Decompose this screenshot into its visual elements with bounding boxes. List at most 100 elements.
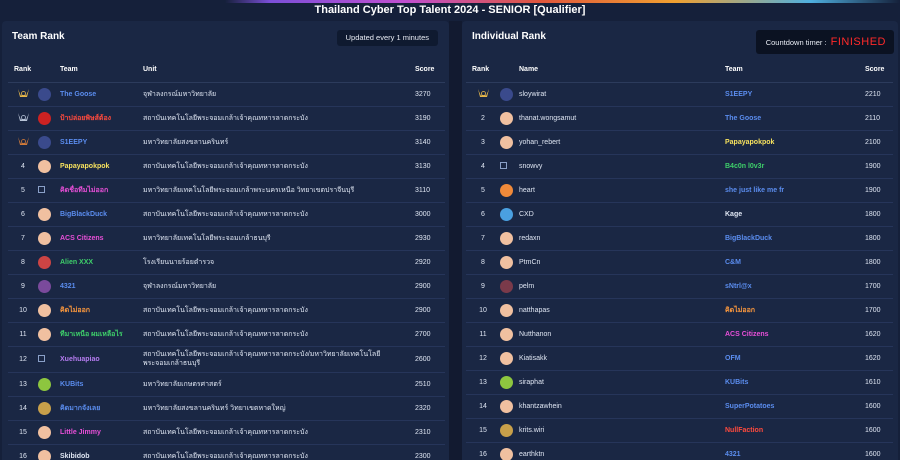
score-value: 1800 (865, 226, 893, 251)
team-name-link[interactable]: ACS Citizens (725, 322, 865, 347)
team-logo-icon (38, 327, 51, 341)
player-name: Nutthanon (519, 322, 725, 347)
header-score: Score (865, 57, 893, 83)
unit-text: สถาบันเทคโนโลยีพระจอมเกล้าเจ้าคุณทหารลาด… (143, 106, 415, 131)
score-value: 3190 (415, 106, 445, 131)
team-logo-icon (500, 87, 513, 101)
team-name-link[interactable]: C&M (725, 250, 865, 275)
team-name-link[interactable]: ACS Citizens (60, 226, 143, 251)
team-logo-icon (38, 159, 51, 173)
team-name-link[interactable]: BigBlackDuck (725, 226, 865, 251)
updated-every-badge[interactable]: Updated every 1 minutes (336, 30, 438, 46)
team-name-link[interactable]: คิดมากจังเลย (60, 396, 143, 421)
team-logo-icon (38, 279, 51, 293)
team-name-link[interactable]: KUBits (60, 372, 143, 397)
individual-rank-table: Rank Name Team Score sloywirat S1EEPY 2210… (466, 57, 893, 460)
score-value: 2210 (865, 82, 893, 107)
team-name-link[interactable]: S1EEPY (725, 82, 865, 107)
table-row: The Goose จุฬาลงกรณ์มหาวิทยาลัย 3270 (8, 82, 445, 107)
team-logo-icon (38, 87, 51, 101)
unit-text: จุฬาลงกรณ์มหาวิทยาลัย (143, 274, 415, 299)
team-name-link[interactable]: คิดไม่ออก (725, 298, 865, 323)
team-name-link[interactable]: she just like me fr (725, 178, 865, 203)
team-name-link[interactable]: 4321 (725, 442, 865, 460)
team-name-link[interactable]: Alien XXX (60, 250, 143, 275)
team-name-link[interactable]: 4321 (60, 274, 143, 299)
score-value: 2600 (415, 346, 445, 373)
rank-number: 9 (466, 274, 500, 299)
team-name-link[interactable]: OFM (725, 346, 865, 371)
team-logo-icon (38, 401, 51, 415)
broken-image-icon (38, 186, 45, 194)
team-logo-icon (38, 449, 51, 460)
team-name-link[interactable]: sNtrl@x (725, 274, 865, 299)
rank-number: 10 (8, 298, 38, 323)
unit-text: สถาบันเทคโนโลยีพระจอมเกล้าเจ้าคุณทหารลาด… (143, 346, 415, 373)
team-name-link[interactable]: NullFaction (725, 418, 865, 443)
player-name: PtmCn (519, 250, 725, 275)
rank-number: 15 (466, 418, 500, 443)
table-row: 9 4321 จุฬาลงกรณ์มหาวิทยาลัย 2900 (8, 274, 445, 299)
rank-number: 13 (8, 372, 38, 397)
team-logo-icon (500, 279, 513, 293)
silver-medal-icon (8, 106, 38, 131)
team-logo-icon (500, 207, 513, 221)
table-row: 9 pelm sNtrl@x 1700 (466, 274, 893, 299)
score-value: 3270 (415, 82, 445, 107)
player-name: redaxn (519, 226, 725, 251)
team-name-link[interactable]: Xuehuapiao (60, 346, 143, 373)
team-name-link[interactable]: Kage (725, 202, 865, 227)
team-logo-icon (500, 231, 513, 245)
team-name-link[interactable]: SuperPotatoes (725, 394, 865, 419)
header-rank: Rank (466, 57, 500, 83)
panel-divider (449, 21, 462, 460)
team-name-link[interactable]: Skibidob (60, 444, 143, 460)
score-value: 1900 (865, 178, 893, 203)
team-name-link[interactable]: KUBits (725, 370, 865, 395)
player-name: heart (519, 178, 725, 203)
rank-number: 13 (466, 370, 500, 395)
rank-number: 4 (8, 154, 38, 179)
header-name: Name (519, 57, 725, 83)
unit-text: สถาบันเทคโนโลยีพระจอมเกล้าเจ้าคุณทหารลาด… (143, 154, 415, 179)
table-row: sloywirat S1EEPY 2210 (466, 82, 893, 107)
team-name-link[interactable]: The Goose (60, 82, 143, 107)
countdown-timer: Countdown timer : FINISHED (755, 30, 894, 54)
team-name-link[interactable]: คิดไม่ออก (60, 298, 143, 323)
score-value: 2700 (415, 322, 445, 347)
team-name-link[interactable]: ป้าปล่อยพิษส์ต้อง (60, 106, 143, 131)
team-name-link[interactable]: Little Jimmy (60, 420, 143, 445)
team-name-link[interactable]: Papayapokpok (725, 130, 865, 155)
header-unit: Unit (143, 57, 415, 83)
score-value: 3000 (415, 202, 445, 227)
player-name: natthapas (519, 298, 725, 323)
rank-number: 2 (466, 106, 500, 131)
team-name-link[interactable]: BigBlackDuck (60, 202, 143, 227)
table-row: 16 Skibidob สถาบันเทคโนโลยีพระจอมเกล้าเจ้า… (8, 444, 445, 460)
table-row: 14 คิดมากจังเลย มหาวิทยาลัยสงขลานครินทร์ ว… (8, 396, 445, 421)
player-name: krits.wiri (519, 418, 725, 443)
team-name-link[interactable]: คิดชื่อทีมไม่ออก (60, 178, 143, 203)
team-name-link[interactable]: The Goose (725, 106, 865, 131)
team-logo-icon (500, 423, 513, 437)
team-name-link[interactable]: B4c0n l0v3r (725, 154, 865, 179)
player-name: khantzawhein (519, 394, 725, 419)
team-logo-icon (500, 135, 513, 149)
table-row: 13 siraphat KUBits 1610 (466, 370, 893, 395)
table-row: 11 Nutthanon ACS Citizens 1620 (466, 322, 893, 347)
player-name: earthktn (519, 442, 725, 460)
team-name-link[interactable]: ทีมาเหนือ ผมเหลือไร (60, 322, 143, 347)
score-value: 2110 (865, 106, 893, 131)
score-value: 3130 (415, 154, 445, 179)
rank-number: 7 (466, 226, 500, 251)
team-logo-icon (38, 231, 51, 245)
team-name-link[interactable]: Papayapokpok (60, 154, 143, 179)
table-row: ป้าปล่อยพิษส์ต้อง สถาบันเทคโนโลยีพระจอมเก… (8, 106, 445, 131)
player-name: siraphat (519, 370, 725, 395)
table-row: 12 Kiatisakk OFM 1620 (466, 346, 893, 371)
team-logo-icon (500, 399, 513, 413)
score-value: 1610 (865, 370, 893, 395)
gold-medal-icon (8, 82, 38, 107)
team-name-link[interactable]: S1EEPY (60, 130, 143, 155)
team-logo-icon (500, 183, 513, 197)
